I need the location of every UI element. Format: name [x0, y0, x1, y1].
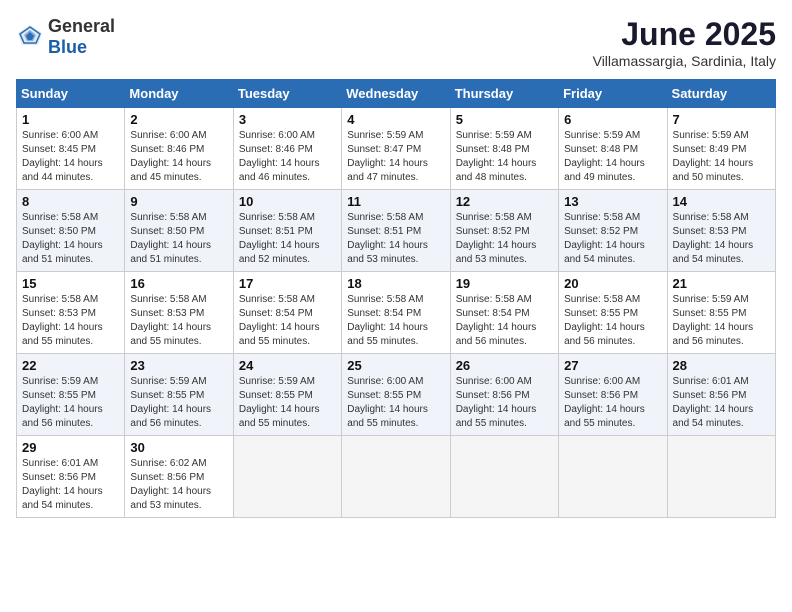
header-friday: Friday	[559, 80, 667, 108]
calendar-week-4: 22Sunrise: 5:59 AMSunset: 8:55 PMDayligh…	[17, 354, 776, 436]
calendar-cell-15: 15Sunrise: 5:58 AMSunset: 8:53 PMDayligh…	[17, 272, 125, 354]
location-title: Villamassargia, Sardinia, Italy	[593, 53, 776, 69]
calendar-cell-9: 9Sunrise: 5:58 AMSunset: 8:50 PMDaylight…	[125, 190, 233, 272]
calendar-cell-empty	[342, 436, 450, 518]
header-thursday: Thursday	[450, 80, 558, 108]
month-title: June 2025	[593, 16, 776, 53]
calendar-cell-11: 11Sunrise: 5:58 AMSunset: 8:51 PMDayligh…	[342, 190, 450, 272]
title-area: June 2025 Villamassargia, Sardinia, Ital…	[593, 16, 776, 69]
calendar-cell-20: 20Sunrise: 5:58 AMSunset: 8:55 PMDayligh…	[559, 272, 667, 354]
calendar-cell-empty	[233, 436, 341, 518]
calendar-cell-1: 1Sunrise: 6:00 AMSunset: 8:45 PMDaylight…	[17, 108, 125, 190]
calendar-cell-22: 22Sunrise: 5:59 AMSunset: 8:55 PMDayligh…	[17, 354, 125, 436]
calendar-cell-4: 4Sunrise: 5:59 AMSunset: 8:47 PMDaylight…	[342, 108, 450, 190]
calendar-cell-17: 17Sunrise: 5:58 AMSunset: 8:54 PMDayligh…	[233, 272, 341, 354]
logo-icon	[16, 23, 44, 47]
header: General Blue June 2025 Villamassargia, S…	[16, 16, 776, 69]
logo-general: General	[48, 16, 115, 36]
calendar-cell-13: 13Sunrise: 5:58 AMSunset: 8:52 PMDayligh…	[559, 190, 667, 272]
calendar-header-row: Sunday Monday Tuesday Wednesday Thursday…	[17, 80, 776, 108]
calendar-cell-30: 30Sunrise: 6:02 AMSunset: 8:56 PMDayligh…	[125, 436, 233, 518]
calendar-cell-27: 27Sunrise: 6:00 AMSunset: 8:56 PMDayligh…	[559, 354, 667, 436]
calendar-cell-7: 7Sunrise: 5:59 AMSunset: 8:49 PMDaylight…	[667, 108, 775, 190]
calendar-cell-25: 25Sunrise: 6:00 AMSunset: 8:55 PMDayligh…	[342, 354, 450, 436]
calendar-cell-10: 10Sunrise: 5:58 AMSunset: 8:51 PMDayligh…	[233, 190, 341, 272]
calendar-cell-28: 28Sunrise: 6:01 AMSunset: 8:56 PMDayligh…	[667, 354, 775, 436]
calendar-cell-2: 2Sunrise: 6:00 AMSunset: 8:46 PMDaylight…	[125, 108, 233, 190]
logo: General Blue	[16, 16, 115, 58]
calendar-cell-26: 26Sunrise: 6:00 AMSunset: 8:56 PMDayligh…	[450, 354, 558, 436]
calendar-table: Sunday Monday Tuesday Wednesday Thursday…	[16, 79, 776, 518]
calendar-cell-19: 19Sunrise: 5:58 AMSunset: 8:54 PMDayligh…	[450, 272, 558, 354]
header-monday: Monday	[125, 80, 233, 108]
logo-blue: Blue	[48, 37, 87, 57]
calendar-cell-3: 3Sunrise: 6:00 AMSunset: 8:46 PMDaylight…	[233, 108, 341, 190]
header-wednesday: Wednesday	[342, 80, 450, 108]
calendar-cell-16: 16Sunrise: 5:58 AMSunset: 8:53 PMDayligh…	[125, 272, 233, 354]
calendar-week-2: 8Sunrise: 5:58 AMSunset: 8:50 PMDaylight…	[17, 190, 776, 272]
calendar-cell-18: 18Sunrise: 5:58 AMSunset: 8:54 PMDayligh…	[342, 272, 450, 354]
calendar-cell-6: 6Sunrise: 5:59 AMSunset: 8:48 PMDaylight…	[559, 108, 667, 190]
calendar-cell-24: 24Sunrise: 5:59 AMSunset: 8:55 PMDayligh…	[233, 354, 341, 436]
calendar-cell-23: 23Sunrise: 5:59 AMSunset: 8:55 PMDayligh…	[125, 354, 233, 436]
header-saturday: Saturday	[667, 80, 775, 108]
header-sunday: Sunday	[17, 80, 125, 108]
calendar-cell-21: 21Sunrise: 5:59 AMSunset: 8:55 PMDayligh…	[667, 272, 775, 354]
header-tuesday: Tuesday	[233, 80, 341, 108]
calendar-cell-14: 14Sunrise: 5:58 AMSunset: 8:53 PMDayligh…	[667, 190, 775, 272]
calendar-cell-empty	[667, 436, 775, 518]
calendar-cell-29: 29Sunrise: 6:01 AMSunset: 8:56 PMDayligh…	[17, 436, 125, 518]
calendar-week-5: 29Sunrise: 6:01 AMSunset: 8:56 PMDayligh…	[17, 436, 776, 518]
logo-text: General Blue	[48, 16, 115, 58]
calendar-cell-empty	[450, 436, 558, 518]
calendar-cell-8: 8Sunrise: 5:58 AMSunset: 8:50 PMDaylight…	[17, 190, 125, 272]
calendar-week-1: 1Sunrise: 6:00 AMSunset: 8:45 PMDaylight…	[17, 108, 776, 190]
calendar-week-3: 15Sunrise: 5:58 AMSunset: 8:53 PMDayligh…	[17, 272, 776, 354]
calendar-cell-12: 12Sunrise: 5:58 AMSunset: 8:52 PMDayligh…	[450, 190, 558, 272]
calendar-cell-5: 5Sunrise: 5:59 AMSunset: 8:48 PMDaylight…	[450, 108, 558, 190]
calendar-cell-empty	[559, 436, 667, 518]
